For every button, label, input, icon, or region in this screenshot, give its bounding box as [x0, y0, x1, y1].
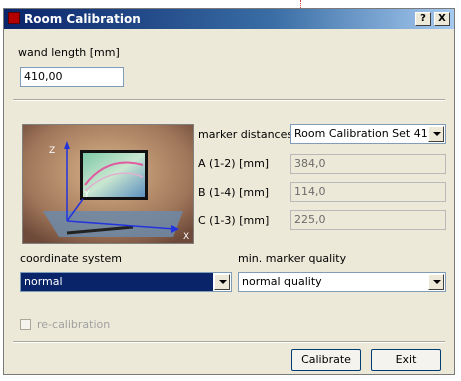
calibrate-button[interactable]: Calibrate — [291, 349, 361, 371]
room-calibration-dialog: Room Calibration ? X wand length [mm] 41… — [3, 8, 455, 375]
recalibration-checkbox[interactable] — [20, 319, 31, 330]
marker-b-value: 114,0 — [290, 182, 446, 202]
recalibration-label: re-calibration — [37, 318, 111, 331]
title-bar[interactable]: Room Calibration ? X — [4, 9, 454, 29]
axis-z-label: Z — [49, 146, 55, 156]
room-scene-image: Z Y X — [23, 125, 193, 243]
separator-top — [13, 99, 445, 101]
marker-set-select[interactable]: Room Calibration Set 410 — [290, 124, 446, 144]
marker-c-label: C (1-3) [mm] — [198, 214, 270, 227]
coordinate-system-label: coordinate system — [20, 252, 122, 265]
marker-distances-label: marker distances — [198, 128, 294, 141]
calibration-illustration: Z Y X — [22, 124, 194, 244]
marker-set-dropdown-icon[interactable] — [428, 126, 444, 142]
help-button[interactable]: ? — [415, 12, 431, 26]
app-icon — [8, 12, 20, 24]
marker-quality-select[interactable]: normal quality — [238, 272, 446, 292]
marker-a-label: A (1-2) [mm] — [198, 157, 270, 170]
window-title: Room Calibration — [24, 12, 141, 26]
separator-bottom — [13, 341, 445, 343]
marker-quality-value: normal quality — [242, 275, 322, 288]
close-button[interactable]: X — [434, 12, 450, 26]
marker-b-label: B (1-4) [mm] — [198, 186, 270, 199]
axis-x-label: X — [183, 232, 189, 242]
wand-length-input[interactable]: 410,00 — [20, 67, 124, 87]
marker-set-value: Room Calibration Set 410 — [294, 127, 427, 140]
exit-button[interactable]: Exit — [371, 349, 441, 371]
marker-c-value: 225,0 — [290, 210, 446, 230]
marker-quality-dropdown-icon[interactable] — [428, 274, 444, 290]
marker-a-value: 384,0 — [290, 154, 446, 174]
coordinate-system-value: normal — [21, 273, 213, 291]
coordinate-system-select[interactable]: normal — [20, 272, 232, 292]
marker-quality-label: min. marker quality — [238, 252, 347, 265]
axis-y-label: Y — [83, 190, 90, 200]
wand-length-label: wand length [mm] — [18, 46, 120, 59]
coordinate-system-dropdown-icon[interactable] — [214, 274, 230, 290]
